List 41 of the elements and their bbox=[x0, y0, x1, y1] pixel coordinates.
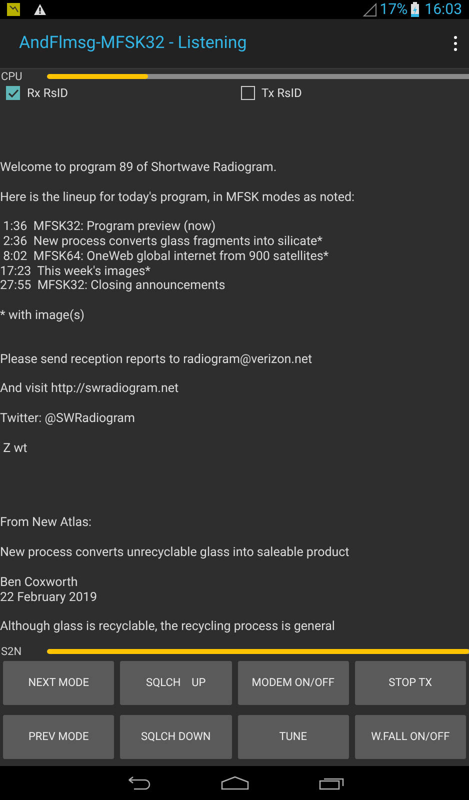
battery-percent: 17% bbox=[380, 2, 408, 17]
message-line: Although glass is recyclable, the recycling process is general bbox=[0, 620, 335, 635]
message-line: Ben Coxworth bbox=[0, 576, 78, 591]
message-line: Welcome to program 89 of Shortwave Radiogram. bbox=[0, 161, 277, 176]
check-icon bbox=[8, 88, 18, 98]
control-button[interactable]: TUNE bbox=[238, 715, 349, 759]
message-line: 17:23 This week's images* bbox=[0, 264, 151, 280]
app-title: AndFlmsg-MFSK32 - Listening bbox=[19, 32, 248, 55]
message-line: Here is the lineup for today's program, in MFSK modes as noted: bbox=[0, 190, 355, 206]
signal-icon bbox=[362, 2, 377, 16]
checkbox-label: Rx RsID bbox=[27, 85, 68, 102]
message-line: 1:36 MFSK32: Program preview (now) bbox=[2, 220, 216, 236]
meter-label: S2N bbox=[0, 646, 23, 656]
message-line: 2:36 New process converts glass fragments into silicate* bbox=[2, 235, 323, 250]
home-icon[interactable] bbox=[220, 776, 248, 790]
message-line: And visit http://swradiogram.net bbox=[0, 382, 179, 398]
message-line: * with image(s) bbox=[0, 308, 85, 324]
control-button[interactable]: NEXT MODE bbox=[3, 661, 114, 705]
recent-apps-icon[interactable] bbox=[318, 776, 344, 790]
checkbox[interactable] bbox=[240, 86, 254, 100]
message-line: Twitter: @SWRadiogram bbox=[0, 412, 135, 427]
control-button[interactable]: SQLCH DOWN bbox=[120, 715, 232, 759]
message-line: 22 February 2019 bbox=[0, 590, 97, 606]
message-line: Please send reception reports to radiogram@verizon.net bbox=[0, 352, 312, 368]
message-line: New process converts unrecyclable glass into saleable product bbox=[0, 546, 350, 561]
checkbox[interactable] bbox=[6, 86, 20, 100]
battery-icon bbox=[410, 2, 419, 17]
app-notification-icon bbox=[7, 3, 20, 16]
control-button[interactable]: PREV MODE bbox=[3, 715, 114, 759]
clock: 16:03 bbox=[424, 2, 462, 17]
checkbox-label: Tx RsID bbox=[262, 85, 302, 102]
control-button[interactable]: STOP TX bbox=[354, 661, 466, 705]
message-line: 8:02 MFSK64: OneWeb global internet from 900 satellites* bbox=[2, 250, 329, 265]
message-line: 27:55 MFSK32: Closing announcements bbox=[0, 279, 226, 294]
message-line: Z wt bbox=[2, 442, 28, 456]
message-line: From New Atlas: bbox=[0, 516, 92, 532]
meter-label: CPU bbox=[0, 70, 24, 82]
control-button[interactable]: SQLCH UP bbox=[120, 661, 232, 705]
control-button[interactable]: W.FALL ON/OFF bbox=[354, 715, 466, 759]
control-button[interactable]: MODEM ON/OFF bbox=[238, 661, 349, 705]
warning-icon bbox=[34, 4, 46, 15]
